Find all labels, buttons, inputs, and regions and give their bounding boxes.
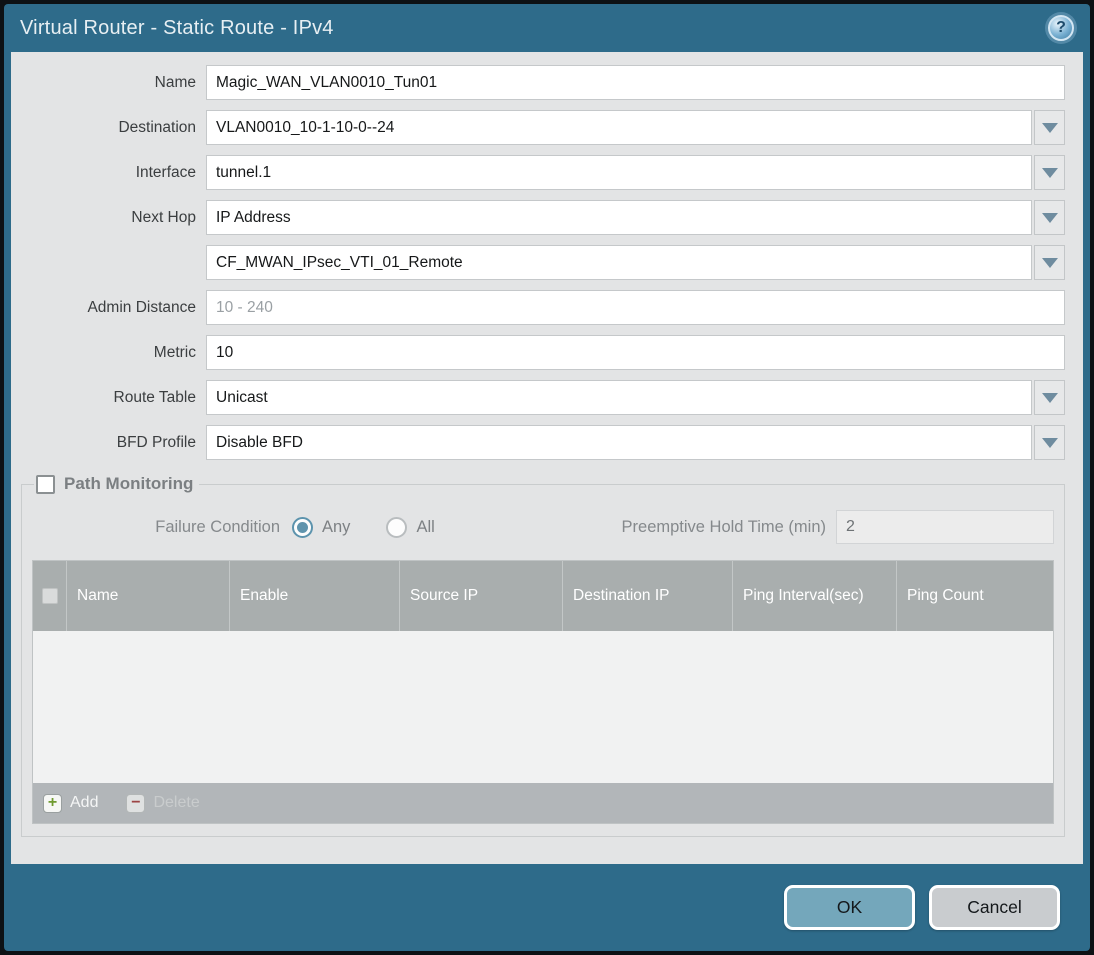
next-hop-address-dropdown-button[interactable] bbox=[1034, 245, 1065, 280]
name-input[interactable] bbox=[206, 65, 1065, 100]
cancel-button[interactable]: Cancel bbox=[929, 885, 1060, 930]
bfd-profile-dropdown-button[interactable] bbox=[1034, 425, 1065, 460]
minus-icon: − bbox=[126, 793, 146, 813]
admin-distance-input[interactable] bbox=[206, 290, 1065, 325]
next-hop-type-input[interactable] bbox=[206, 200, 1032, 235]
select-all-checkbox[interactable] bbox=[41, 588, 58, 604]
admin-distance-label: Admin Distance bbox=[87, 298, 196, 316]
metric-label: Metric bbox=[153, 343, 196, 361]
route-table-row: Route Table bbox=[21, 380, 1065, 415]
table-body-empty bbox=[33, 631, 1053, 783]
chevron-down-icon bbox=[1041, 212, 1058, 223]
column-header-destination-ip[interactable]: Destination IP bbox=[563, 561, 733, 631]
plus-icon: + bbox=[43, 793, 62, 813]
interface-dropdown-button[interactable] bbox=[1034, 155, 1065, 190]
chevron-down-icon bbox=[1041, 167, 1058, 178]
path-monitoring-legend: Path Monitoring bbox=[34, 474, 199, 494]
delete-button-label: Delete bbox=[153, 794, 200, 811]
radio-all-icon[interactable] bbox=[386, 516, 408, 538]
column-header-ping-count[interactable]: Ping Count bbox=[897, 561, 1053, 631]
destination-input[interactable] bbox=[206, 110, 1032, 145]
path-monitoring-section: Path Monitoring Failure Condition Any Al… bbox=[21, 474, 1065, 837]
dialog-titlebar: Virtual Router - Static Route - IPv4 ? bbox=[4, 4, 1090, 52]
delete-button[interactable]: − Delete bbox=[126, 793, 200, 813]
destination-dropdown-button[interactable] bbox=[1034, 110, 1065, 145]
path-monitoring-checkbox[interactable] bbox=[36, 474, 55, 494]
metric-input[interactable] bbox=[206, 335, 1065, 370]
route-table-label: Route Table bbox=[113, 388, 196, 406]
bfd-profile-row: BFD Profile bbox=[21, 425, 1065, 460]
select-all-cell bbox=[33, 561, 67, 631]
admin-distance-row: Admin Distance bbox=[21, 290, 1065, 325]
preemptive-hold-time-label: Preemptive Hold Time (min) bbox=[621, 517, 826, 536]
route-table-dropdown-button[interactable] bbox=[1034, 380, 1065, 415]
radio-any-icon[interactable] bbox=[292, 516, 313, 538]
dialog-body: Name Destination Interface bbox=[11, 52, 1083, 864]
next-hop-type-dropdown-button[interactable] bbox=[1034, 200, 1065, 235]
ok-button[interactable]: OK bbox=[784, 885, 915, 930]
interface-label: Interface bbox=[135, 163, 196, 181]
preemptive-hold-time-group: Preemptive Hold Time (min) bbox=[622, 510, 1054, 544]
table-header: Name Enable Source IP Destination IP Pin… bbox=[33, 561, 1053, 631]
column-header-enable[interactable]: Enable bbox=[230, 561, 400, 631]
failure-condition-any[interactable]: Any bbox=[292, 516, 351, 538]
next-hop-address-input[interactable] bbox=[206, 245, 1032, 280]
screenshot-frame: Virtual Router - Static Route - IPv4 ? N… bbox=[0, 0, 1094, 955]
next-hop-address-row bbox=[21, 245, 1065, 280]
interface-row: Interface bbox=[21, 155, 1065, 190]
path-monitoring-title: Path Monitoring bbox=[64, 474, 194, 493]
chevron-down-icon bbox=[1041, 392, 1058, 403]
next-hop-label: Next Hop bbox=[131, 208, 196, 226]
chevron-down-icon bbox=[1041, 122, 1058, 133]
name-row: Name bbox=[21, 65, 1065, 100]
help-icon[interactable]: ? bbox=[1048, 15, 1074, 41]
static-route-dialog: Virtual Router - Static Route - IPv4 ? N… bbox=[4, 4, 1090, 951]
dialog-footer: OK Cancel bbox=[4, 864, 1090, 951]
add-button[interactable]: + Add bbox=[43, 793, 99, 813]
dialog-title: Virtual Router - Static Route - IPv4 bbox=[20, 16, 334, 39]
preemptive-hold-time-input bbox=[836, 510, 1054, 544]
bfd-profile-label: BFD Profile bbox=[116, 433, 196, 451]
column-header-source-ip[interactable]: Source IP bbox=[400, 561, 563, 631]
metric-row: Metric bbox=[21, 335, 1065, 370]
radio-any-label: Any bbox=[322, 517, 351, 536]
bfd-profile-input[interactable] bbox=[206, 425, 1032, 460]
add-button-label: Add bbox=[70, 794, 99, 811]
failure-condition-label: Failure Condition bbox=[155, 517, 280, 536]
destination-row: Destination bbox=[21, 110, 1065, 145]
failure-condition-all[interactable]: All bbox=[386, 516, 435, 538]
radio-all-label: All bbox=[416, 517, 435, 536]
destination-label: Destination bbox=[118, 118, 196, 136]
column-header-name[interactable]: Name bbox=[67, 561, 230, 631]
name-label: Name bbox=[154, 73, 196, 91]
column-header-ping-interval[interactable]: Ping Interval(sec) bbox=[733, 561, 897, 631]
failure-condition-row: Failure Condition Any All Preemptive Hol… bbox=[32, 510, 1054, 544]
next-hop-row: Next Hop bbox=[21, 200, 1065, 235]
path-monitoring-table: Name Enable Source IP Destination IP Pin… bbox=[32, 560, 1054, 824]
chevron-down-icon bbox=[1041, 437, 1058, 448]
route-table-input[interactable] bbox=[206, 380, 1032, 415]
interface-input[interactable] bbox=[206, 155, 1032, 190]
table-toolbar: + Add − Delete bbox=[33, 783, 1053, 823]
chevron-down-icon bbox=[1041, 257, 1058, 268]
